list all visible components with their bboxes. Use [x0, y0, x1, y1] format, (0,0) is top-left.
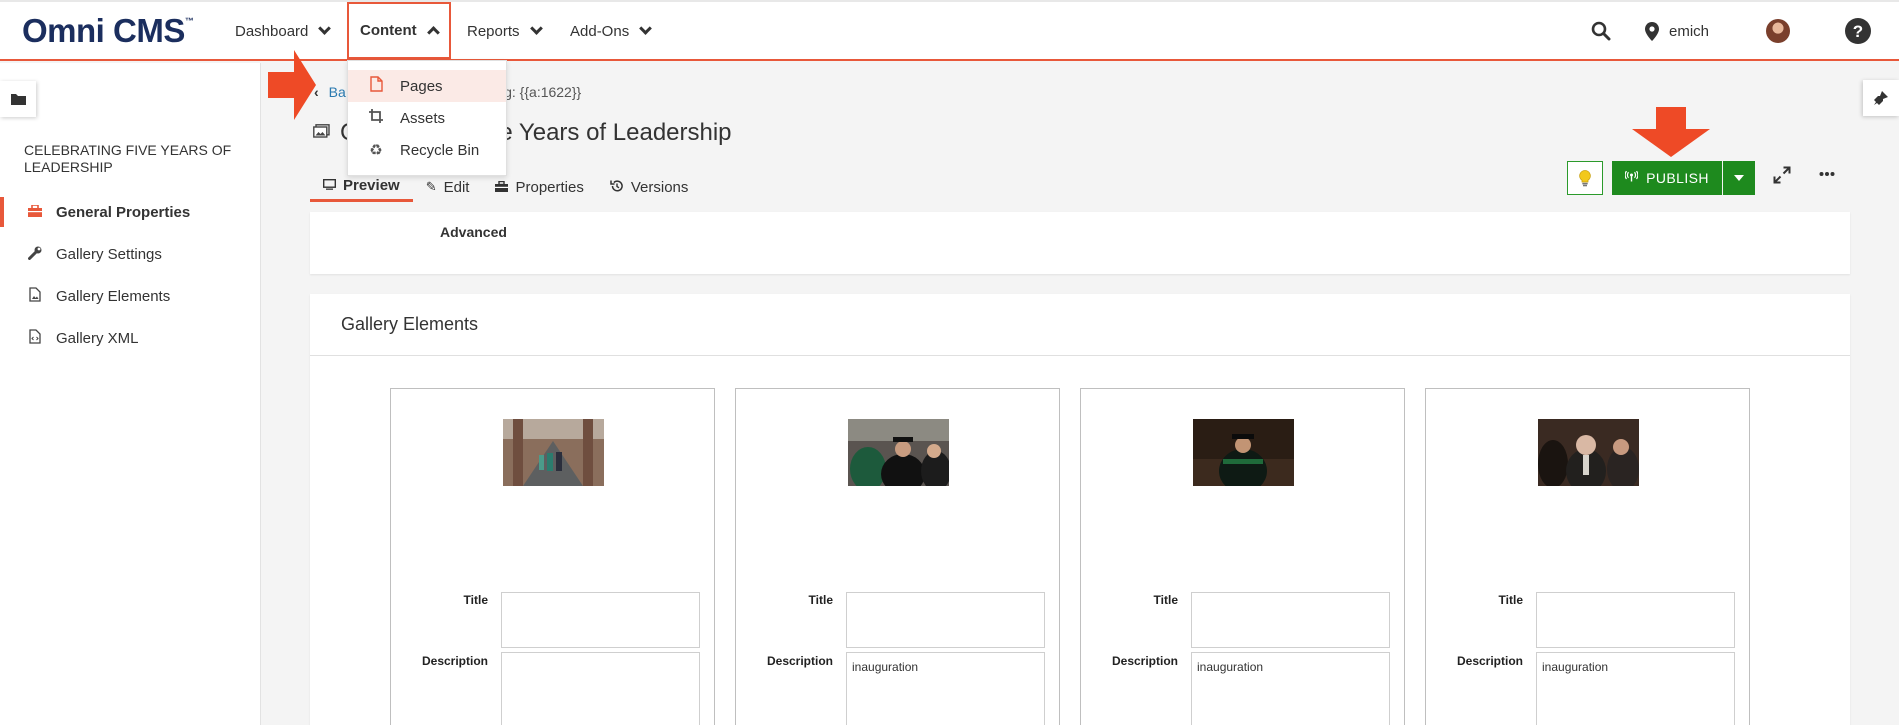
nav-addons[interactable]: Add-Ons [570, 2, 653, 60]
title-field[interactable] [1536, 592, 1735, 648]
content-dropdown-menu: Pages Assets ♻ Recycle Bin [347, 60, 507, 176]
tab-preview[interactable]: Preview [310, 172, 413, 202]
sidebar-title: CELEBRATING FIVE YEARS OF LEADERSHIP [24, 142, 232, 175]
description-field[interactable]: inauguration [1536, 652, 1735, 725]
monitor-icon [322, 178, 337, 193]
svg-text:?: ? [1853, 22, 1863, 41]
menu-item-recycle-bin[interactable]: ♻ Recycle Bin [348, 134, 506, 166]
gallery-thumbnail[interactable] [848, 419, 949, 486]
gallery-element: Title Description [390, 388, 715, 725]
title-label: Title [808, 593, 833, 607]
tab-properties[interactable]: Properties [482, 172, 596, 202]
red-arrow-annotation [268, 50, 316, 120]
lightbulb-icon [1579, 169, 1591, 186]
expand-icon [1773, 166, 1791, 184]
recycle-icon: ♻ [369, 142, 383, 159]
description-field[interactable]: inauguration [1191, 652, 1390, 725]
publish-button[interactable]: PUBLISH [1612, 161, 1722, 195]
site-selector[interactable]: emich [1645, 2, 1739, 60]
chevron-down-icon [318, 21, 332, 35]
left-sidebar: CELEBRATING FIVE YEARS OF LEADERSHIP Gen… [0, 63, 261, 725]
description-label: Description [421, 654, 488, 668]
gallery-element: Title Description inauguration [1425, 388, 1750, 725]
title-label: Title [1498, 593, 1523, 607]
gadgets-toggle[interactable] [1863, 80, 1899, 116]
tips-button[interactable] [1567, 161, 1603, 195]
map-marker-icon [1645, 21, 1659, 41]
gallery-thumbnail[interactable] [1538, 419, 1639, 486]
broadcast-icon [1624, 170, 1639, 185]
gallery-elements-heading: Gallery Elements [310, 294, 1850, 356]
red-arrow-annotation [1632, 107, 1710, 157]
chevron-down-icon [1729, 26, 1739, 36]
caret-down-icon [1734, 175, 1744, 181]
crop-icon [366, 108, 386, 128]
sidebar-item-gallery-settings[interactable]: Gallery Settings [0, 239, 260, 269]
fullscreen-button[interactable] [1773, 166, 1791, 190]
nav-content[interactable]: Content [347, 2, 451, 59]
file-browser-toggle[interactable] [0, 81, 36, 117]
description-label: Description [1111, 654, 1178, 668]
chevron-up-icon [426, 26, 440, 39]
images-icon [313, 123, 330, 143]
gallery-element: Title Description inauguration [1080, 388, 1405, 725]
file-image-icon [27, 287, 43, 305]
title-field[interactable] [1191, 592, 1390, 648]
description-label: Description [1456, 654, 1523, 668]
menu-item-pages[interactable]: Pages [348, 70, 506, 102]
sidebar-item-gallery-elements[interactable]: Gallery Elements [0, 281, 260, 311]
chevron-down-icon [1802, 26, 1812, 36]
properties-card: Advanced [310, 212, 1850, 274]
title-label: Title [463, 593, 488, 607]
title-field[interactable] [846, 592, 1045, 648]
tab-versions[interactable]: Versions [597, 172, 702, 202]
description-field[interactable] [501, 652, 700, 725]
user-menu[interactable] [1766, 2, 1812, 60]
advanced-label: Advanced [440, 224, 507, 240]
view-tabs: Preview ✎ Edit Properties Versions [310, 172, 701, 204]
omni-cms-logo[interactable]: Omni CMS™ [22, 12, 194, 50]
publish-options-button[interactable] [1723, 161, 1755, 195]
gallery-thumbnail[interactable] [1193, 419, 1294, 486]
search-icon [1591, 21, 1611, 41]
sidebar-item-general-properties[interactable]: General Properties [0, 197, 260, 227]
tab-edit[interactable]: ✎ Edit [413, 172, 483, 202]
pencil-icon: ✎ [425, 179, 437, 194]
search-button[interactable] [1591, 2, 1611, 60]
toolbox-icon [495, 180, 509, 195]
title-field[interactable] [501, 592, 700, 648]
gallery-thumbnail[interactable] [503, 419, 604, 486]
page-icon [366, 76, 386, 96]
title-label: Title [1153, 593, 1178, 607]
file-code-icon [27, 329, 43, 347]
folder-icon [10, 94, 26, 105]
back-link[interactable]: Ba [329, 84, 346, 100]
help-button[interactable]: ? [1845, 2, 1871, 60]
description-label: Description [766, 654, 833, 668]
ellipsis-icon [1819, 172, 1835, 176]
chevron-down-icon [529, 21, 543, 35]
nav-reports[interactable]: Reports [467, 2, 543, 60]
toolbox-icon [27, 203, 43, 220]
description-field[interactable]: inauguration [846, 652, 1045, 725]
sidebar-item-gallery-xml[interactable]: Gallery XML [0, 323, 260, 353]
menu-item-assets[interactable]: Assets [348, 102, 506, 134]
chevron-down-icon [639, 21, 653, 35]
plug-icon [1874, 91, 1888, 105]
gallery-element: Title Description inauguration [735, 388, 1060, 725]
avatar [1766, 19, 1790, 43]
help-icon: ? [1845, 18, 1871, 44]
wrench-icon [27, 246, 43, 263]
history-icon [610, 179, 624, 196]
more-options-button[interactable] [1819, 166, 1835, 187]
